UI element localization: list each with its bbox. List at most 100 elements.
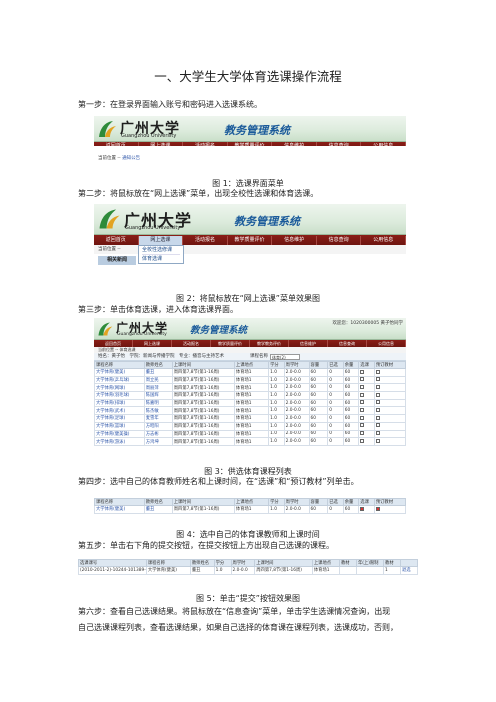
- select-checkbox[interactable]: [360, 384, 365, 389]
- table-cell: 体育场1: [233, 398, 270, 408]
- column-header: 上课时间: [171, 498, 235, 506]
- course-name-cell[interactable]: 大学体育(羽毛球): [94, 391, 145, 400]
- table-cell: 60: [342, 383, 360, 393]
- book-checkbox[interactable]: [375, 408, 380, 413]
- column-header: 学分: [213, 559, 232, 567]
- table-cell: 周四第7,8节(第1-16周): [171, 406, 235, 416]
- nav-info-query[interactable]: 信息查询: [317, 235, 362, 245]
- nav-quality-eval[interactable]: 教学质量评价: [228, 142, 273, 146]
- nav-quality-eval[interactable]: 教学质量评价: [211, 340, 250, 347]
- nav-public-info[interactable]: 公用信息: [361, 142, 406, 146]
- select-checkbox[interactable]: [360, 431, 365, 436]
- nav-info-query[interactable]: 信息查询: [317, 142, 362, 146]
- table-cell: 2.0-0.0: [283, 421, 310, 431]
- nav-info-maintain[interactable]: 信息维护: [272, 142, 317, 146]
- table-row: 大学体育(健美) 董丑 周四第7,8节(第1-16周) 体育场1 1.0 2.0-0.0 6…: [94, 505, 406, 514]
- book-checkbox[interactable]: [375, 431, 380, 436]
- column-header: 年(上)限制: [355, 559, 385, 567]
- nav-info-maintain[interactable]: 信息维护: [289, 340, 328, 347]
- main-nav: 返回首页 网上选课 活动报名 教学质量评价 教学教务评价 信息维护 信息查询 公…: [94, 340, 406, 347]
- table-cell: 体育场1: [233, 406, 270, 416]
- book-checkbox[interactable]: [375, 423, 380, 428]
- table-row: 大学体育(武术) 陈杰敏 周四第7,8节(第1-16周) 体育场1 1.0 2.0-0.0…: [94, 406, 406, 416]
- book-checkbox[interactable]: [375, 384, 380, 389]
- nav-activity[interactable]: 活动报名: [183, 235, 228, 245]
- nav-activity[interactable]: 活动报名: [172, 340, 211, 347]
- nav-quality-eval[interactable]: 教学质量评价: [228, 235, 273, 245]
- dropdown-campus-elective[interactable]: 全校性选修课: [142, 246, 180, 255]
- nav-info-query[interactable]: 信息查询: [328, 340, 367, 347]
- course-name-cell[interactable]: 大学体育(乒乓球): [94, 375, 145, 385]
- tab-news[interactable]: 相关新闻: [98, 256, 136, 265]
- select-checkbox[interactable]: [360, 506, 365, 511]
- nav-home[interactable]: 返回首页: [94, 340, 133, 347]
- nav-activity[interactable]: 活动报名: [183, 142, 228, 146]
- table-cell: 2.0-0.0: [283, 383, 310, 393]
- location-pe: 体育选课: [119, 347, 136, 352]
- nav-course-select[interactable]: 网上选课: [133, 340, 172, 347]
- select-checkbox[interactable]: [360, 408, 365, 413]
- select-checkbox[interactable]: [360, 392, 365, 397]
- table-cell: 1.0: [268, 406, 285, 416]
- table-cell: 60: [308, 383, 329, 393]
- table-cell: 体育场1: [233, 368, 270, 377]
- select-checkbox[interactable]: [360, 400, 365, 405]
- book-checkbox[interactable]: [375, 415, 380, 420]
- course-name-cell[interactable]: 大学体育(足球): [94, 414, 145, 423]
- course-name-cell[interactable]: 大学体育(游泳): [94, 437, 145, 446]
- book-cell: [373, 383, 406, 393]
- table-cell: 1.0: [268, 383, 285, 393]
- column-header: 教材: [383, 559, 401, 567]
- table-cell: 60: [308, 375, 329, 385]
- select-checkbox[interactable]: [360, 423, 365, 428]
- course-name-cell[interactable]: 大学体育(健美): [94, 368, 145, 377]
- table-row: 大学体育(网球) 周丽萍 周四第7,8节(第1-16周) 体育场1 1.0 2.0-0.0…: [94, 383, 406, 393]
- book-checkbox[interactable]: [375, 400, 380, 405]
- select-cell: [358, 414, 375, 423]
- system-name: 教务管理系统: [224, 124, 290, 137]
- nav-course-select[interactable]: 网上选课: [139, 142, 184, 146]
- course-filter-select[interactable]: 体育(2): [270, 354, 300, 360]
- select-cell: [358, 368, 375, 377]
- nav-public-info[interactable]: 公用信息: [361, 235, 407, 245]
- withdraw-link[interactable]: 退选: [399, 566, 418, 575]
- nav-teaching-eval[interactable]: 教学教务评价: [250, 340, 289, 347]
- course-name-cell[interactable]: 大学体育(排球): [94, 398, 145, 408]
- table-cell: 60: [308, 414, 329, 423]
- book-checkbox[interactable]: [375, 392, 380, 397]
- select-checkbox[interactable]: [360, 438, 365, 443]
- select-checkbox[interactable]: [360, 415, 365, 420]
- dropdown-pe-course[interactable]: 体育选课: [142, 255, 180, 263]
- table-cell: 2.0-0.0: [283, 406, 310, 416]
- table-row: 大学体育(游泳) 方鸿坤 周四第7,8节(第1-16周) 体育场1 1.0 2.0-0.0…: [94, 437, 406, 446]
- system-name: 教务管理系统: [234, 215, 300, 228]
- select-checkbox[interactable]: [360, 377, 365, 382]
- book-checkbox[interactable]: [375, 438, 380, 443]
- book-checkbox[interactable]: [375, 369, 380, 374]
- nav-home[interactable]: 返回首页: [94, 142, 139, 146]
- table-cell: 60: [342, 437, 360, 446]
- table-cell: 1.0: [268, 398, 285, 408]
- table-cell: 2.0-0.0: [283, 414, 310, 423]
- book-checkbox[interactable]: [375, 377, 380, 382]
- figure-4-screenshot: 课程名称 教师姓名 上课时间 上课地点 学分 周学时 容量 已选 余量 选课 预订教材 大学体育(健…: [94, 498, 406, 514]
- column-header: 上课时间: [171, 361, 235, 369]
- course-name-cell[interactable]: 大学体育(健美操): [94, 429, 145, 439]
- select-cell: [358, 406, 375, 416]
- table-cell: 0: [327, 406, 344, 416]
- nav-course-select[interactable]: 网上选课: [138, 235, 184, 245]
- figure-2-screenshot: 广州大学 Guangzhou University 教务管理系统 返回首页 网上…: [94, 204, 407, 284]
- location-notice[interactable]: 通知公告: [122, 156, 140, 161]
- course-name-cell[interactable]: 大学体育(健美): [94, 505, 145, 514]
- table-cell: 60: [342, 505, 360, 514]
- course-name-cell[interactable]: 大学体育(网球): [94, 383, 145, 393]
- nav-info-maintain[interactable]: 信息维护: [272, 235, 317, 245]
- course-name-cell[interactable]: 大学体育(武术): [94, 406, 145, 416]
- nav-home[interactable]: 返回首页: [94, 235, 139, 245]
- course-name-cell[interactable]: 大学体育(篮球): [94, 421, 145, 431]
- book-checkbox[interactable]: [375, 506, 380, 511]
- nav-public-info[interactable]: 公用信息: [367, 340, 406, 347]
- table-cell: 1.0: [268, 375, 285, 385]
- table-cell: 周四第7,8节(第1-16周): [254, 566, 313, 575]
- select-checkbox[interactable]: [360, 369, 365, 374]
